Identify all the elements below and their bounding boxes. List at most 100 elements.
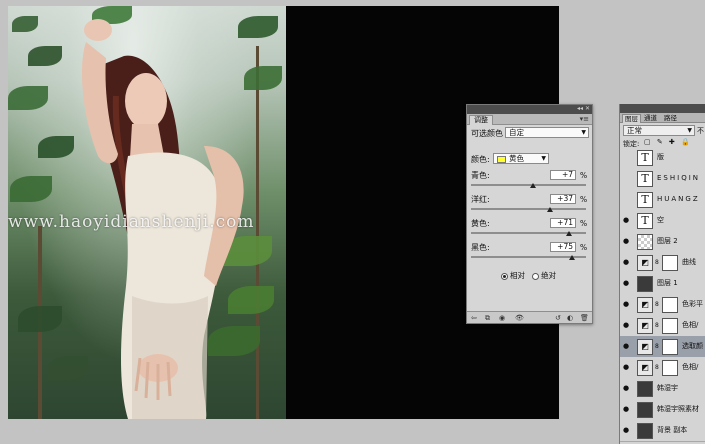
adjustment-layer-icon: ◩ [637, 339, 653, 355]
link-icon[interactable]: 8 [655, 322, 659, 329]
layer-row[interactable]: ● ◩ 8 选取颜 [620, 336, 705, 358]
layer-row[interactable]: T版 [620, 147, 705, 169]
adjustment-layer-icon: ◩ [637, 255, 653, 271]
slider-thumb[interactable] [546, 207, 553, 212]
slider-value-input[interactable]: +75 [550, 242, 576, 252]
layer-row[interactable]: ● ◩ 8 色相/ [620, 357, 705, 379]
color-swatch [497, 155, 506, 163]
layer-row[interactable]: T HUANGZ [620, 189, 705, 211]
view-previous-icon[interactable]: 👁 [515, 314, 524, 322]
eye-icon[interactable] [623, 153, 631, 161]
layer-thumbnail [637, 276, 653, 292]
layer-row[interactable]: ● ◩ 8 色彩平 [620, 294, 705, 316]
reset-icon[interactable]: ↺ [555, 314, 561, 322]
layer-name: 色彩平 [682, 300, 703, 308]
preset-select[interactable]: 自定 ▼ [505, 127, 589, 138]
slider-track[interactable] [471, 183, 586, 188]
method-absolute-option[interactable]: 绝对 [532, 271, 556, 280]
layer-mask-thumbnail[interactable] [662, 339, 678, 355]
adjustment-layer-icon: ◩ [637, 297, 653, 313]
layer-row[interactable]: ● 韩湿宇照素材 [620, 399, 705, 421]
slider-track[interactable] [471, 231, 586, 236]
eye-icon[interactable]: ● [623, 258, 631, 266]
eye-icon[interactable]: ● [623, 279, 631, 287]
layer-row[interactable]: ● ◩ 8 色相/ [620, 315, 705, 337]
layer-mask-thumbnail[interactable] [662, 297, 678, 313]
tab-layers[interactable]: 图层 [622, 114, 641, 123]
method-relative-option[interactable]: 相对 [501, 271, 525, 280]
layer-name: HUANGZ [657, 195, 700, 203]
slider-value-input[interactable]: +71 [550, 218, 576, 228]
eye-icon[interactable]: ● [623, 405, 631, 413]
delete-icon[interactable]: 🗑 [580, 314, 589, 322]
layer-row[interactable]: ● 图层 2 [620, 231, 705, 253]
adjustment-layer-icon: ◩ [637, 360, 653, 376]
eye-icon[interactable]: ● [623, 300, 631, 308]
adjustments-panel[interactable]: ◂◂ ✕ 调整 ▾≡ 可选颜色 自定 ▼ 颜色: 黄色 ▼ 青色: +7% 洋红: +… [466, 104, 593, 324]
layer-row[interactable]: ● 图层 1 [620, 273, 705, 295]
tab-channels[interactable]: 通道 [642, 114, 659, 122]
panel-titlebar[interactable]: ◂◂ ✕ [467, 105, 592, 114]
layer-row[interactable]: ● T 空 [620, 210, 705, 232]
layer-row[interactable]: ● 韩湿宇 [620, 378, 705, 400]
eye-icon[interactable]: ● [623, 321, 631, 329]
panel-menu-icon[interactable]: ▾≡ [580, 115, 589, 123]
photo-image: www.haoyidianshenji.com [8, 6, 286, 419]
back-icon[interactable]: ⇦ [471, 314, 477, 322]
tab-adjustments[interactable]: 调整 [469, 115, 493, 125]
link-icon[interactable]: 8 [655, 259, 659, 266]
eye-icon[interactable]: ● [623, 363, 631, 371]
color-select[interactable]: 黄色 ▼ [493, 153, 549, 164]
layer-mask-thumbnail[interactable] [662, 255, 678, 271]
clip-layer-icon[interactable]: ⧉ [485, 314, 490, 322]
layers-tab-row: 图层 通道 路径 [620, 113, 705, 123]
text-layer-icon: T [637, 213, 653, 229]
slider-track[interactable] [471, 207, 586, 212]
slider-unit: % [580, 243, 588, 252]
blend-mode-select[interactable]: 正常 ▼ [623, 125, 695, 136]
layers-titlebar[interactable] [620, 104, 705, 113]
method-group: 相对 绝对 [501, 271, 556, 281]
slider-thumb[interactable] [568, 255, 575, 260]
radio-absolute[interactable] [532, 272, 540, 280]
layer-name: ESHIQIN [657, 174, 701, 182]
visibility-icon[interactable]: ◉ [499, 314, 505, 322]
slider-thumb[interactable] [529, 183, 536, 188]
layer-mask-thumbnail[interactable] [662, 360, 678, 376]
eye-icon[interactable] [623, 174, 631, 182]
preset-label: 可选颜色 [471, 129, 503, 138]
method-relative-label: 相对 [510, 271, 525, 280]
slider-label: 黄色: [471, 219, 490, 228]
layer-name: 色相/ [682, 321, 699, 329]
layer-name: 韩湿宇 [657, 384, 678, 392]
slider-thumb[interactable] [566, 231, 573, 236]
link-icon[interactable]: 8 [655, 364, 659, 371]
slider-unit: % [580, 219, 588, 228]
eye-icon[interactable]: ● [623, 216, 631, 224]
slider-unit: % [580, 171, 588, 180]
link-icon[interactable]: 8 [655, 343, 659, 350]
eye-icon[interactable]: ● [623, 237, 631, 245]
slider-value-input[interactable]: +37 [550, 194, 576, 204]
blend-mode-value: 正常 [627, 126, 642, 135]
toggle-icon[interactable]: ◐ [567, 314, 573, 322]
layer-name: 图层 1 [657, 279, 678, 287]
layer-row[interactable]: ● 背景 副本 [620, 420, 705, 442]
eye-icon[interactable]: ● [623, 384, 631, 392]
slider-value-input[interactable]: +7 [550, 170, 576, 180]
eye-icon[interactable]: ● [623, 426, 631, 434]
tab-paths[interactable]: 路径 [662, 114, 679, 122]
eye-icon[interactable]: ● [623, 342, 631, 350]
layer-row[interactable]: T ESHIQIN [620, 168, 705, 190]
eye-icon[interactable] [623, 195, 631, 203]
lock-icons[interactable]: ▢ ✎ ✚ 🔒 [644, 138, 692, 146]
slider-track[interactable] [471, 255, 586, 260]
layer-row[interactable]: ● ◩ 8 曲线 [620, 252, 705, 274]
layers-panel[interactable]: 图层 通道 路径 正常 ▼ 不 锁定: ▢ ✎ ✚ 🔒 T 版 T ESHIQIN T H… [619, 104, 705, 444]
radio-relative[interactable] [501, 272, 508, 280]
collapse-close-icon[interactable]: ◂◂ ✕ [577, 106, 590, 112]
link-icon[interactable]: 8 [655, 301, 659, 308]
layer-mask-thumbnail[interactable] [662, 318, 678, 334]
chevron-down-icon: ▼ [581, 129, 586, 136]
layer-name: 版 [657, 153, 664, 161]
